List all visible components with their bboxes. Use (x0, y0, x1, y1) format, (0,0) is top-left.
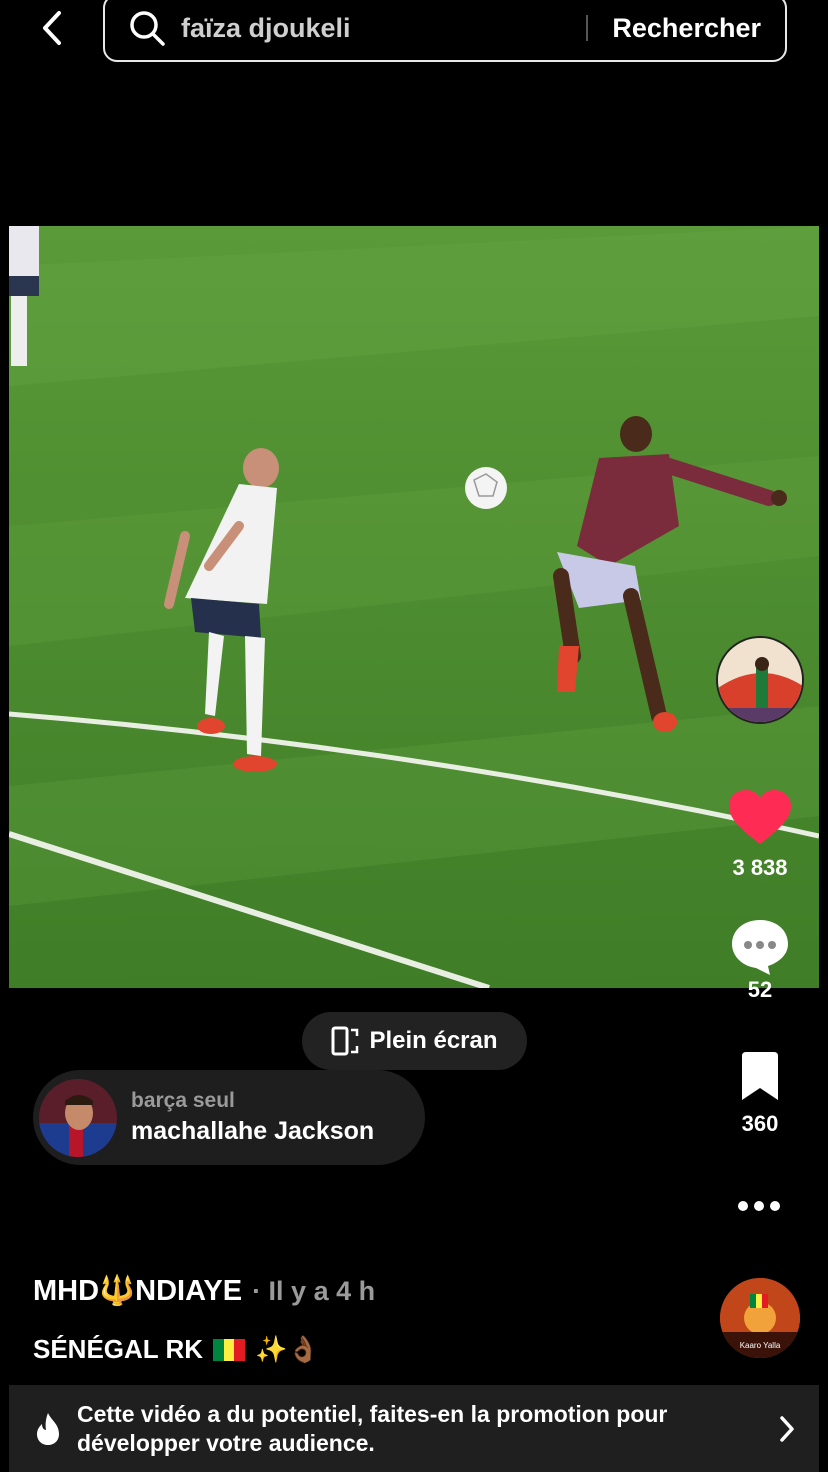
search-submit-button[interactable]: Rechercher (612, 13, 761, 44)
sound-avatar[interactable]: Kaaro Yalla (720, 1278, 800, 1358)
bookmark-icon (742, 1052, 778, 1100)
video-frame (9, 226, 819, 988)
post-author[interactable]: MHD🔱NDIAYE (33, 1274, 242, 1308)
caption-text: SÉNÉGAL RK (33, 1334, 203, 1364)
chevron-left-icon (43, 11, 61, 45)
top-comment[interactable]: barça seul machallahe Jackson (33, 1070, 425, 1165)
svg-text:Kaaro Yalla: Kaaro Yalla (740, 1341, 781, 1350)
search-icon (127, 8, 167, 48)
heart-icon (729, 790, 791, 844)
like-count: 3 838 (732, 855, 788, 880)
promo-banner[interactable]: Cette vidéo a du potentiel, faites-en la… (9, 1385, 819, 1472)
dot (738, 1201, 748, 1211)
post-time: · Il y a 4 h (252, 1276, 376, 1306)
senegal-flag-icon (213, 1338, 245, 1361)
avatar-image (718, 638, 802, 722)
save-button[interactable]: 360 (710, 1052, 810, 1137)
comment-count: 52 (747, 977, 773, 1002)
like-button[interactable]: 3 838 (710, 790, 810, 881)
comment-avatar (39, 1078, 117, 1157)
fullscreen-label: Plein écran (369, 1027, 498, 1054)
sound-avatar-image: Kaaro Yalla (720, 1278, 800, 1358)
fullscreen-icon (331, 1026, 359, 1056)
search-bar[interactable]: faïza djoukeli Rechercher (103, 0, 787, 62)
comment-icon (732, 920, 788, 975)
comments-button[interactable]: 52 (710, 918, 810, 1003)
comment-author: barça seul (131, 1089, 235, 1112)
save-count: 360 (741, 1111, 779, 1136)
comment-text: machallahe Jackson (131, 1117, 375, 1145)
post-caption: SÉNÉGAL RK ✨👌🏾 (33, 1334, 320, 1365)
search-input[interactable]: faïza djoukeli (181, 13, 586, 44)
creator-avatar[interactable] (716, 636, 804, 724)
dot (754, 1201, 764, 1211)
flame-icon (37, 1412, 59, 1445)
chevron-right-icon (780, 1415, 794, 1442)
more-options-button[interactable] (724, 1188, 794, 1224)
search-divider (586, 15, 589, 41)
video-player[interactable] (9, 226, 819, 988)
fullscreen-button[interactable]: Plein écran (302, 1012, 527, 1070)
back-button[interactable] (32, 8, 72, 48)
promo-text: Cette vidéo a du potentiel, faites-en la… (77, 1400, 668, 1456)
caption-emojis: ✨👌🏾 (255, 1334, 320, 1364)
dot (770, 1201, 780, 1211)
